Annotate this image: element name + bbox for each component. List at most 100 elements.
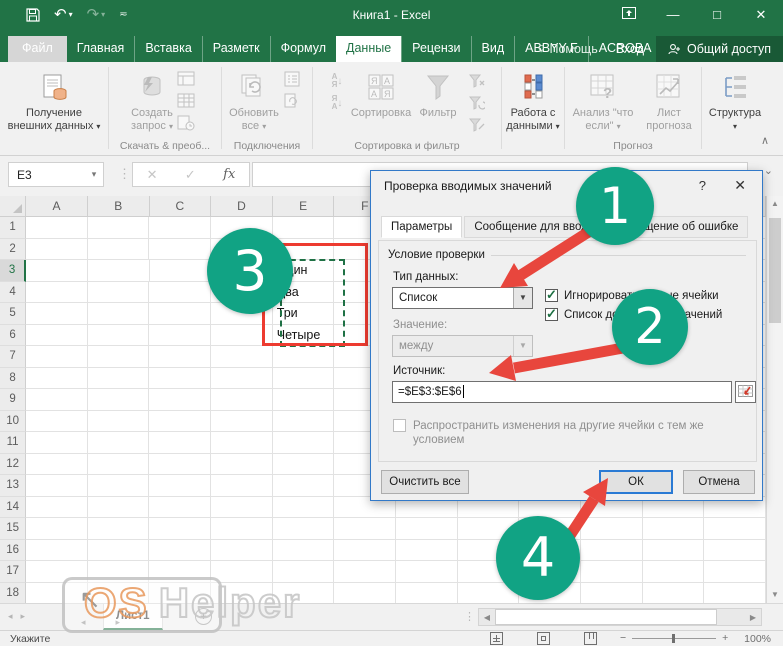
cell-L18[interactable]	[704, 583, 766, 604]
sheet-tab-active[interactable]: Лист1	[103, 604, 163, 630]
cell-B3[interactable]	[88, 260, 150, 282]
tab-home[interactable]: Главная	[67, 36, 135, 62]
cell-A3[interactable]	[26, 260, 88, 282]
scroll-right-icon[interactable]: ▶	[745, 613, 761, 622]
cell-E9[interactable]	[273, 389, 335, 411]
cell-H15[interactable]	[458, 518, 520, 540]
cell-C2[interactable]	[149, 239, 211, 261]
cell-D14[interactable]	[211, 497, 273, 519]
cell-K16[interactable]	[643, 540, 705, 562]
ignore-blank-row[interactable]: Игнорировать пустые ячейки	[545, 289, 719, 302]
cell-E7[interactable]	[273, 346, 335, 368]
ribbon-display-options-icon[interactable]	[607, 0, 651, 30]
close-button[interactable]: ✕	[739, 0, 783, 30]
edit-links-icon[interactable]	[282, 92, 302, 110]
cell-D11[interactable]	[211, 432, 273, 454]
cell-B7[interactable]	[88, 346, 150, 368]
customize-qat-icon[interactable]: ≂	[119, 0, 127, 30]
cell-E10[interactable]	[273, 411, 335, 433]
scroll-left-icon[interactable]: ◀	[479, 613, 495, 622]
cell-E13[interactable]	[273, 475, 335, 497]
row-header-18[interactable]: 18	[0, 583, 26, 604]
filter-button[interactable]: Фильтр	[412, 68, 464, 120]
cell-E16[interactable]	[273, 540, 335, 562]
cell-B1[interactable]	[88, 217, 150, 239]
sign-in-link[interactable]: Вход	[604, 42, 656, 56]
row-header-13[interactable]: 13	[0, 475, 26, 497]
row-header-9[interactable]: 9	[0, 389, 26, 411]
cell-B14[interactable]	[88, 497, 150, 519]
hscroll-resize-handle[interactable]: ⋮	[464, 610, 475, 623]
cell-K18[interactable]	[643, 583, 705, 604]
cell-H16[interactable]	[458, 540, 520, 562]
cell-H17[interactable]	[458, 561, 520, 583]
cancel-entry-icon[interactable]: ✕	[147, 167, 158, 183]
apply-to-all-checkbox[interactable]	[393, 419, 406, 432]
clear-all-button[interactable]: Очистить все	[381, 470, 469, 494]
data-tools-button[interactable]: Работа с данными ▾	[506, 68, 559, 133]
cell-G17[interactable]	[396, 561, 458, 583]
advanced-filter-icon[interactable]	[467, 116, 487, 134]
row-header-17[interactable]: 17	[0, 561, 26, 583]
vertical-scrollbar[interactable]: ▲ ▼	[766, 196, 783, 603]
cell-A11[interactable]	[26, 432, 88, 454]
tell-me-help[interactable]: Помощь	[532, 42, 604, 56]
what-if-analysis-button[interactable]: ? Анализ "что если" ▾	[567, 68, 639, 133]
minimize-button[interactable]: —	[651, 0, 695, 30]
cell-B18[interactable]	[88, 583, 150, 604]
outline-button[interactable]: Структура ▾	[709, 68, 761, 133]
forecast-sheet-button[interactable]: Лист прогноза	[639, 68, 699, 133]
undo-icon[interactable]: ↶▾	[54, 0, 73, 30]
zoom-slider-thumb[interactable]	[672, 634, 675, 643]
column-header-C[interactable]: C	[150, 196, 212, 217]
cell-A13[interactable]	[26, 475, 88, 497]
cell-C18[interactable]	[149, 583, 211, 604]
cell-B9[interactable]	[88, 389, 150, 411]
cell-E14[interactable]	[273, 497, 335, 519]
cell-B10[interactable]	[88, 411, 150, 433]
cell-B16[interactable]	[88, 540, 150, 562]
data-type-dropdown-icon[interactable]: ▼	[513, 288, 532, 308]
row-header-7[interactable]: 7	[0, 346, 26, 368]
row-header-1[interactable]: 1	[0, 217, 26, 239]
cell-D17[interactable]	[211, 561, 273, 583]
ok-button[interactable]: ОК	[599, 470, 673, 494]
zoom-in-icon[interactable]: +	[722, 632, 728, 644]
cell-L17[interactable]	[704, 561, 766, 583]
cell-L15[interactable]	[704, 518, 766, 540]
cell-I15[interactable]	[519, 518, 581, 540]
cell-B15[interactable]	[88, 518, 150, 540]
expand-formula-bar-icon[interactable]: ⌄	[764, 164, 773, 177]
row-header-8[interactable]: 8	[0, 368, 26, 390]
show-queries-icon[interactable]	[176, 70, 196, 88]
tab-review[interactable]: Рецензи	[401, 36, 470, 62]
cancel-button[interactable]: Отмена	[683, 470, 755, 494]
cell-C1[interactable]	[149, 217, 211, 239]
cell-F18[interactable]	[334, 583, 396, 604]
get-external-data-button[interactable]: Получение внешних данных ▾	[8, 68, 101, 133]
row-header-5[interactable]: 5	[0, 303, 26, 325]
cell-D7[interactable]	[211, 346, 273, 368]
normal-view-icon[interactable]	[490, 632, 503, 645]
cell-C3[interactable]	[150, 260, 212, 282]
cell-A7[interactable]	[26, 346, 88, 368]
cell-C4[interactable]	[149, 282, 211, 304]
cell-A18[interactable]	[26, 583, 88, 604]
cell-F17[interactable]	[334, 561, 396, 583]
row-header-3[interactable]: 3	[0, 260, 26, 282]
horizontal-scroll-thumb[interactable]	[495, 609, 717, 625]
cell-B11[interactable]	[88, 432, 150, 454]
name-box[interactable]: E3 ▾	[8, 162, 104, 187]
confirm-entry-icon[interactable]: ✓	[185, 167, 196, 183]
cell-C7[interactable]	[149, 346, 211, 368]
cell-K15[interactable]	[643, 518, 705, 540]
sort-az-icon[interactable]: АЯ↓	[327, 72, 347, 90]
scroll-up-icon[interactable]: ▲	[767, 196, 783, 212]
zoom-out-icon[interactable]: −	[620, 632, 626, 644]
cell-F16[interactable]	[334, 540, 396, 562]
cell-I16[interactable]	[519, 540, 581, 562]
cell-A17[interactable]	[26, 561, 88, 583]
from-table-icon[interactable]	[176, 92, 196, 110]
row-header-2[interactable]: 2	[0, 239, 26, 261]
cell-D13[interactable]	[211, 475, 273, 497]
